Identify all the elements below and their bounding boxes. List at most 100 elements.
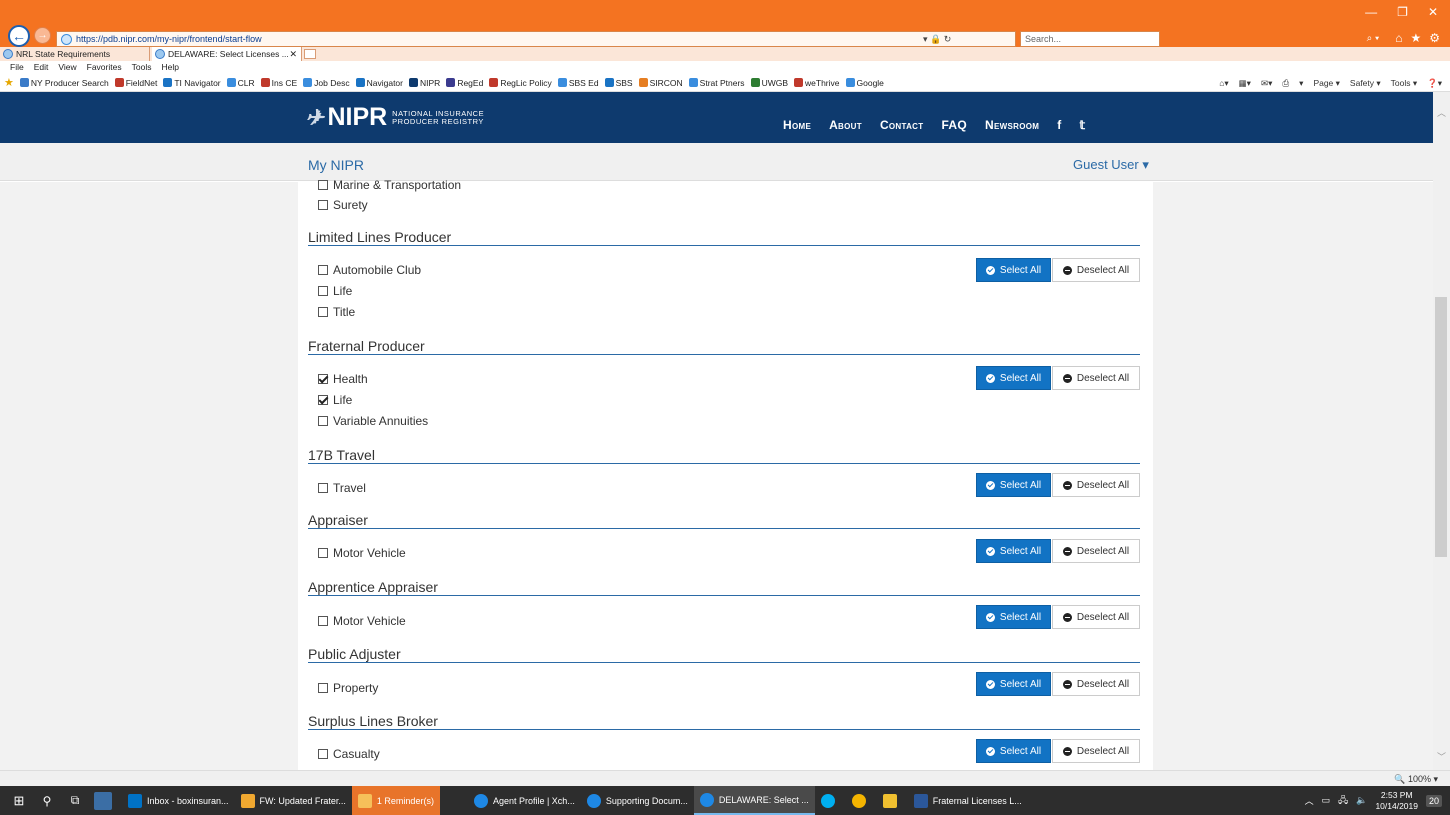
menu-help[interactable]: Help	[161, 61, 178, 74]
favorite-link[interactable]: TI Navigator	[163, 78, 221, 88]
select-all-button[interactable]: Select All	[976, 473, 1051, 497]
task-view-icon[interactable]: ⧉	[66, 792, 84, 810]
search-icon[interactable]: ⌕ ▾	[1367, 33, 1380, 44]
address-controls[interactable]: ▾ 🔒 ↻	[923, 31, 951, 47]
menu-view[interactable]: View	[58, 61, 76, 74]
print-icon[interactable]: ⎙	[1282, 78, 1289, 89]
maximize-icon[interactable]: ❐	[1397, 5, 1408, 19]
new-tab-button[interactable]	[304, 49, 316, 59]
favorite-link[interactable]: NY Producer Search	[19, 78, 109, 88]
page-scrollbar[interactable]: ︿ ﹀	[1433, 92, 1450, 770]
deselect-all-button[interactable]: Deselect All	[1052, 539, 1140, 563]
volume-icon[interactable]: 🔈	[1356, 795, 1367, 806]
scroll-thumb[interactable]	[1435, 297, 1447, 557]
checkbox-item[interactable]: Property	[318, 681, 378, 695]
checkbox[interactable]	[318, 749, 328, 759]
taskbar-app-file-explorer[interactable]	[877, 786, 908, 815]
checkbox[interactable]	[318, 416, 328, 426]
checkbox-item[interactable]: Motor Vehicle	[318, 614, 406, 628]
deselect-all-button[interactable]: Deselect All	[1052, 672, 1140, 696]
taskbar-app-ie-supporting-docs[interactable]: Supporting Docum...	[581, 786, 694, 815]
taskbar-app-chrome[interactable]	[846, 786, 877, 815]
checkbox-item[interactable]: Title	[318, 305, 355, 319]
favorite-link[interactable]: Job Desc	[303, 78, 350, 88]
checkbox-item[interactable]: Automobile Club	[318, 263, 421, 277]
deselect-all-button[interactable]: Deselect All	[1052, 258, 1140, 282]
minimize-icon[interactable]: —	[1365, 5, 1377, 19]
checkbox[interactable]	[318, 483, 328, 493]
favorite-link[interactable]: Strat Ptners	[688, 78, 745, 88]
checkbox-item[interactable]: Marine & Transportation	[318, 178, 461, 192]
deselect-all-button[interactable]: Deselect All	[1052, 366, 1140, 390]
taskbar-app-ie-delaware[interactable]: DELAWARE: Select ...	[693, 786, 815, 815]
taskbar-app-skype[interactable]	[815, 786, 846, 815]
menu-tools[interactable]: Tools	[132, 61, 152, 74]
favorite-link[interactable]: FieldNet	[114, 78, 157, 88]
checkbox-item[interactable]: Life	[318, 393, 352, 407]
checkbox[interactable]	[318, 180, 328, 190]
menu-file[interactable]: File	[10, 61, 24, 74]
menu-favorites[interactable]: Favorites	[87, 61, 122, 74]
favorite-link[interactable]: Google	[845, 78, 884, 88]
tab-delaware-select-licenses[interactable]: DELAWARE: Select Licenses ... ✕	[152, 47, 302, 61]
back-arrow-icon[interactable]: ←	[8, 25, 30, 47]
favorite-link[interactable]: weThrive	[794, 78, 840, 88]
forward-arrow-icon[interactable]: →	[34, 27, 51, 44]
checkbox-checked[interactable]	[318, 374, 328, 384]
menu-edit[interactable]: Edit	[34, 61, 49, 74]
checkbox-checked[interactable]	[318, 395, 328, 405]
command-page-menu[interactable]: Page ▾	[1313, 78, 1339, 89]
gear-icon[interactable]: ⚙	[1429, 31, 1440, 45]
taskbar-app-mail[interactable]: FW: Updated Frater...	[235, 786, 352, 815]
chevron-up-icon[interactable]: ︿	[1305, 794, 1314, 807]
taskbar-app-reminder[interactable]: 1 Reminder(s)	[351, 786, 440, 815]
tab-nrl-state-requirements[interactable]: NRL State Requirements	[0, 47, 150, 61]
user-menu[interactable]: Guest User ▾	[1073, 157, 1149, 173]
favorite-link[interactable]: NIPR	[409, 78, 440, 88]
checkbox-item[interactable]: Casualty	[318, 747, 380, 761]
deselect-all-button[interactable]: Deselect All	[1052, 605, 1140, 629]
zoom-level[interactable]: 🔍 100% ▾	[1394, 774, 1438, 785]
checkbox-item[interactable]: Variable Annuities	[318, 414, 428, 428]
favorite-link[interactable]: SBS Ed	[557, 78, 599, 88]
checkbox-item[interactable]: Motor Vehicle	[318, 546, 406, 560]
battery-icon[interactable]: ▭	[1322, 795, 1331, 806]
select-all-button[interactable]: Select All	[976, 539, 1051, 563]
select-all-button[interactable]: Select All	[976, 739, 1051, 763]
browser-search-input[interactable]: Search...	[1020, 31, 1160, 47]
command-print-menu[interactable]: ▾	[1299, 78, 1303, 89]
mail-icon[interactable]: ✉▾	[1261, 78, 1272, 89]
windows-start-icon[interactable]: ⊞	[10, 792, 28, 810]
star-icon[interactable]: ★	[1410, 31, 1421, 45]
nav-home[interactable]: Home	[783, 118, 811, 132]
checkbox-item[interactable]: Life	[318, 284, 352, 298]
checkbox-item[interactable]: Surety	[318, 198, 368, 212]
facebook-icon[interactable]: f	[1057, 118, 1061, 132]
scroll-up-icon[interactable]: ︿	[1437, 106, 1446, 119]
twitter-icon[interactable]: 𝕥	[1080, 118, 1086, 132]
favorite-link[interactable]: RegEd	[446, 78, 483, 88]
nav-contact[interactable]: Contact	[880, 118, 924, 132]
nav-about[interactable]: About	[829, 118, 862, 132]
deselect-all-button[interactable]: Deselect All	[1052, 739, 1140, 763]
page-title[interactable]: My NIPR	[308, 157, 364, 173]
favorite-link[interactable]: Navigator	[355, 78, 403, 88]
checkbox-item[interactable]: Travel	[318, 481, 366, 495]
checkbox[interactable]	[318, 265, 328, 275]
favorite-link[interactable]: CLR	[226, 78, 255, 88]
close-tab-icon[interactable]: ✕	[289, 47, 297, 61]
favorite-link[interactable]: SBS	[604, 78, 633, 88]
pinned-app-icon[interactable]	[94, 791, 112, 810]
select-all-button[interactable]: Select All	[976, 258, 1051, 282]
checkbox[interactable]	[318, 616, 328, 626]
checkbox[interactable]	[318, 200, 328, 210]
checkbox-item[interactable]: Health	[318, 372, 368, 386]
home-menu-icon[interactable]: ⌂▾	[1219, 78, 1228, 89]
command-tools-menu[interactable]: Tools ▾	[1391, 78, 1417, 89]
select-all-button[interactable]: Select All	[976, 672, 1051, 696]
favorites-star-icon[interactable]: ★	[4, 76, 14, 89]
close-window-icon[interactable]: ✕	[1428, 5, 1438, 19]
favorite-link[interactable]: UWGB	[750, 78, 788, 88]
taskbar-app-ie-agent-profile[interactable]: Agent Profile | Xch...	[468, 786, 581, 815]
checkbox[interactable]	[318, 548, 328, 558]
